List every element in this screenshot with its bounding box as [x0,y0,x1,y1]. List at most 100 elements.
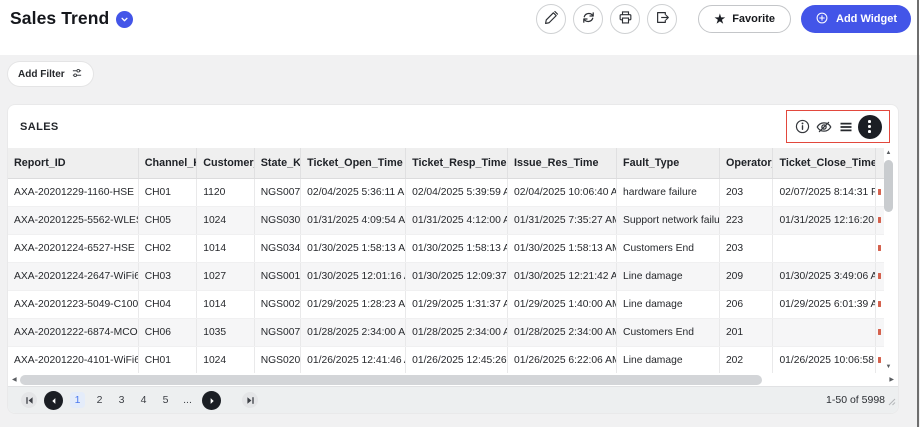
table-cell: NGS007 [254,178,302,207]
table-cell: NGS001 [254,262,302,291]
table-head: Report_IDChannel_KeyCustomer_...State_Ke… [8,148,884,179]
column-header-customer-[interactable]: Customer_... [196,148,255,179]
table-cell: AXA-20201220-4101-WiFi6 [8,346,139,373]
table-cell: 1014 [196,234,255,263]
table-row[interactable]: AXA-20201224-6527-HSE CH02 1014 NGS034 01/30… [8,234,884,263]
truncated-text-fragment [878,273,881,279]
scroll-down-icon[interactable]: ▼ [882,364,895,370]
top-bar: Sales Trend ★ Favorite Add Widget [0,0,920,55]
table-cell: 201 [719,318,774,347]
menu-icon[interactable] [838,119,854,135]
table-cell: 02/07/2025 8:14:31 PM [772,178,877,207]
sales-widget-card: SALES Report_IDChannel_KeyCustomer_...St… [8,105,898,413]
page-title: Sales Trend [10,8,110,28]
first-page-button[interactable] [21,392,37,408]
table-cell: 01/31/2025 4:12:00 AM [405,206,509,235]
window-edge [917,0,919,427]
previous-page-button[interactable] [44,390,63,410]
printer-icon [618,10,633,28]
column-header-state-key[interactable]: State_Key [254,148,302,179]
truncated-text-fragment [878,245,881,251]
table-cell: CH02 [138,234,198,263]
eye-icon[interactable] [815,118,833,136]
table-cell: Customers End [616,318,720,347]
add-widget-button[interactable]: Add Widget [801,5,911,33]
scroll-left-icon[interactable]: ◀ [12,376,17,383]
table-row[interactable]: AXA-20201220-4101-WiFi6 CH01 1024 NGS020 01/… [8,346,884,373]
table-row[interactable]: AXA-20201223-5049-C100 CH04 1014 NGS002 01/2… [8,290,884,319]
table-cell: 209 [719,262,774,291]
table-cell: NGS002 [254,290,302,319]
table-cell: CH03 [138,262,198,291]
table-cell: AXA-20201229-1160-HSE [8,178,139,207]
column-header-report-id[interactable]: Report_ID [8,148,139,179]
table-cell: 206 [719,290,774,319]
column-header-issue-res-time[interactable]: Issue_Res_Time [507,148,618,179]
table-cell: 01/26/2025 12:41:46 AM [300,346,407,373]
edit-button[interactable] [536,4,567,34]
horizontal-scroll-thumb[interactable] [20,375,762,385]
refresh-button[interactable] [573,4,604,34]
sales-table: Report_IDChannel_KeyCustomer_...State_Ke… [8,148,884,373]
table-cell: AXA-20201223-5049-C100 [8,290,139,319]
favorite-button[interactable]: ★ Favorite [698,5,791,33]
table-cell: 01/29/2025 1:28:23 AM [300,290,407,319]
column-header-ticket-close-time[interactable]: Ticket_Close_Time [772,148,877,179]
column-header-ticket-resp-time[interactable]: Ticket_Resp_Time [405,148,509,179]
table-cell: 1027 [196,262,255,291]
table-cell: Support network failures [616,206,720,235]
table-row[interactable]: AXA-20201224-2647-WiFi6 CH03 1027 NGS001 01/… [8,262,884,291]
page-ellipsis[interactable]: ... [180,392,195,408]
page-button-1[interactable]: 1 [70,392,85,408]
dashboard-screen: Sales Trend ★ Favorite Add Widget Add Fi… [0,0,920,427]
content-area: Add Filter SALES Report_IDChannel_KeyCus… [0,55,920,427]
column-header-operator-id[interactable]: Operator_ID [719,148,774,179]
favorite-label: Favorite [732,13,775,25]
chevron-down-icon[interactable] [116,11,134,28]
vertical-scroll-thumb[interactable] [884,160,893,212]
table-row[interactable]: AXA-20201222-6874-MCON CH06 1035 NGS007 01/2… [8,318,884,347]
export-button[interactable] [647,4,678,34]
table-viewport: Report_IDChannel_KeyCustomer_...State_Ke… [8,148,898,373]
last-page-button[interactable] [242,392,258,408]
table-cell: 203 [719,234,774,263]
table-cell: 01/29/2025 1:31:37 AM [405,290,509,319]
horizontal-scrollbar[interactable]: ◀ ▶ [10,374,896,386]
table-row[interactable]: AXA-20201229-1160-HSE CH01 1120 NGS007 02/04… [8,178,884,207]
table-cell: 203 [719,178,774,207]
kebab-menu-icon[interactable] [857,114,882,139]
column-header-ticket-open-time[interactable]: Ticket_Open_Time [300,148,407,179]
table-cell: AXA-20201224-2647-WiFi6 [8,262,139,291]
table-row[interactable]: AXA-20201225-5562-WLESS CH05 1024 NGS030 01/… [8,206,884,235]
column-header-channel-key[interactable]: Channel_Key [138,148,198,179]
page-button-5[interactable]: 5 [158,392,173,408]
page-button-2[interactable]: 2 [92,392,107,408]
resize-handle-icon[interactable] [888,393,896,411]
table-cell: AXA-20201222-6874-MCON [8,318,139,347]
add-filter-label: Add Filter [18,68,65,80]
skip-last-icon [246,393,255,408]
table-cell: 01/28/2025 2:34:00 AM [507,318,618,347]
table-cell: 01/26/2025 10:06:58 AM [772,346,877,373]
export-icon [655,10,670,28]
truncated-text-fragment [878,301,881,307]
table-cell: 01/28/2025 2:34:00 AM [300,318,407,347]
star-icon: ★ [714,12,726,26]
page-button-4[interactable]: 4 [136,392,151,408]
info-icon[interactable] [794,118,811,135]
next-page-button[interactable] [202,390,221,410]
pencil-icon [544,10,559,28]
column-header-fault-type[interactable]: Fault_Type [616,148,720,179]
page-list: 1 2 3 4 5... [70,392,195,408]
scroll-right-icon[interactable]: ▶ [889,376,894,383]
vertical-scrollbar[interactable]: ▲ ▼ [882,150,895,370]
page-button-3[interactable]: 3 [114,392,129,408]
table-cell: Line damage [616,346,720,373]
add-filter-button[interactable]: Add Filter [8,62,93,86]
table-cell: Line damage [616,290,720,319]
widget-header: SALES [8,105,898,148]
print-button[interactable] [610,4,641,34]
scroll-up-icon[interactable]: ▲ [882,150,895,156]
table-cell: 01/31/2025 4:09:54 AM [300,206,407,235]
annotation-highlight-box [786,110,890,143]
